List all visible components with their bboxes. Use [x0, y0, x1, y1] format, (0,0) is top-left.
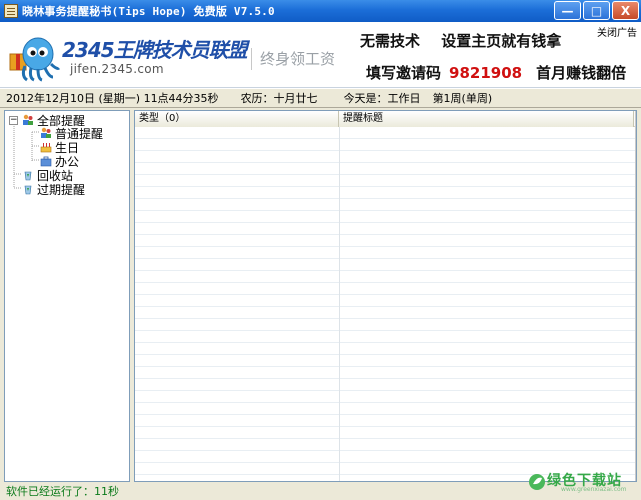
- recycle-icon: [22, 169, 34, 181]
- lunar-date: 农历：十月廿七: [240, 92, 318, 105]
- title-bar[interactable]: 晓林事务提醒秘书(Tips Hope) 免费版 V7.5.0 — □ X: [0, 0, 641, 22]
- ad-line2: 填写邀请码 9821908 首月赚钱翻倍: [366, 62, 626, 83]
- minimize-button[interactable]: —: [554, 1, 581, 20]
- octopus-mascot-icon: [9, 37, 60, 82]
- column-divider: [339, 127, 340, 481]
- briefcase-icon: [40, 155, 52, 167]
- ad-line1: 无需技术 设置主页就有钱拿: [360, 30, 577, 51]
- logo-slogan: 终身领工资: [251, 48, 335, 70]
- logo-text: 2345王牌技术员联盟: [62, 38, 248, 62]
- tree-item-expired[interactable]: 过期提醒: [22, 182, 86, 197]
- tree-item-label: 过期提醒: [37, 182, 86, 197]
- logo-url: jifen.2345.com: [70, 62, 164, 76]
- column-header-type[interactable]: 类型（0）: [135, 111, 339, 127]
- list-body[interactable]: [135, 127, 636, 481]
- runtime-text: 软件已经运行了：11秒: [6, 485, 119, 498]
- list-header: 类型（0） 提醒标题: [135, 111, 636, 127]
- reminder-list[interactable]: 类型（0） 提醒标题: [134, 110, 637, 482]
- recycle-icon: [22, 183, 34, 195]
- day-type: 今天是：工作日: [343, 92, 421, 105]
- tree-collapse-toggle[interactable]: −: [9, 116, 18, 125]
- ad-line2-prefix: 填写邀请码: [366, 64, 442, 82]
- window-title: 晓林事务提醒秘书(Tips Hope) 免费版 V7.5.0: [22, 5, 275, 18]
- week-number: 第1周(单周): [432, 92, 493, 105]
- people-icon: [40, 127, 52, 139]
- ad-line2-suffix: 首月赚钱翻倍: [536, 64, 627, 82]
- watermark-logo: 绿色下载站 www.greenxiazai.com: [527, 470, 637, 498]
- cake-icon: [40, 141, 52, 153]
- maximize-button[interactable]: □: [583, 1, 610, 20]
- column-header-title[interactable]: 提醒标题: [339, 111, 634, 127]
- watermark-url: www.greenxiazai.com: [561, 486, 627, 493]
- window-controls: — □ X: [554, 1, 639, 20]
- app-icon: [4, 4, 18, 18]
- list-edge: [635, 111, 636, 481]
- ad-banner[interactable]: 2345王牌技术员联盟 jifen.2345.com 终身领工资 关闭广告 无需…: [0, 22, 641, 88]
- close-button[interactable]: X: [612, 1, 639, 20]
- people-icon: [22, 114, 34, 126]
- current-datetime: 2012年12月10日 (星期一) 11点44分35秒: [6, 92, 219, 105]
- invite-code: 9821908: [449, 64, 523, 82]
- close-ad-link[interactable]: 关闭广告: [597, 24, 637, 39]
- info-bar: 2012年12月10日 (星期一) 11点44分35秒 农历：十月廿七 今天是：…: [0, 89, 641, 108]
- category-tree[interactable]: − 全部提醒 普通提醒 生日 办公 回收站 过期提醒: [4, 110, 130, 482]
- ad-line1-part2: 设置主页就有钱拿: [441, 32, 562, 50]
- main-area: − 全部提醒 普通提醒 生日 办公 回收站 过期提醒 类型（0） 提醒标题: [0, 108, 641, 484]
- ad-line1-part1: 无需技术: [360, 32, 421, 50]
- leaf-icon: [529, 474, 545, 490]
- logo-area[interactable]: 2345王牌技术员联盟 jifen.2345.com 终身领工资: [6, 28, 346, 86]
